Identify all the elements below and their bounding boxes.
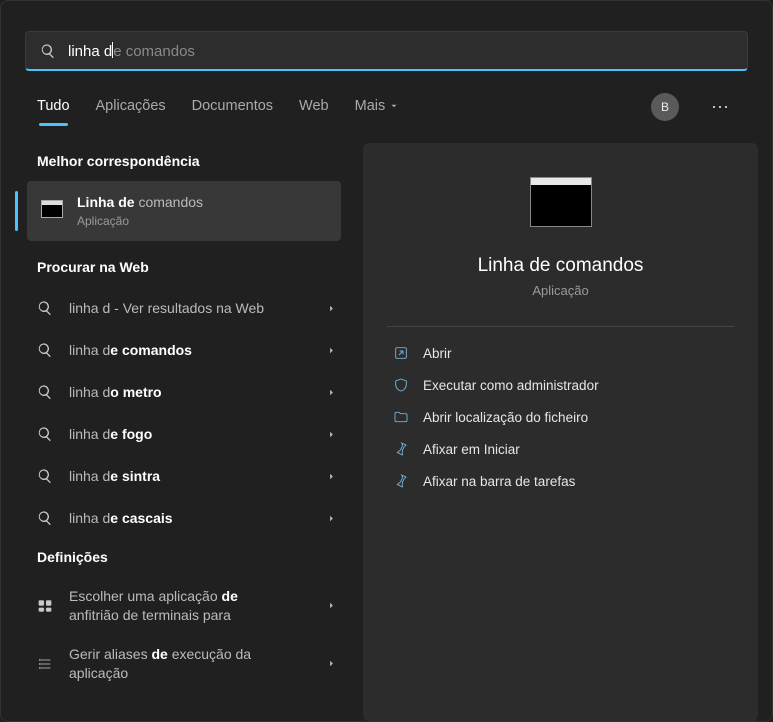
preview-subtitle: Aplicação bbox=[387, 283, 734, 298]
chevron-right-icon bbox=[326, 471, 337, 482]
action-pin-taskbar[interactable]: Afixar na barra de tarefas bbox=[387, 465, 734, 497]
web-result-2[interactable]: linha do metro bbox=[15, 371, 351, 413]
list-settings-icon bbox=[37, 656, 53, 672]
chevron-down-icon bbox=[389, 101, 399, 111]
web-result-5[interactable]: linha de cascais bbox=[15, 497, 351, 539]
chevron-right-icon bbox=[326, 513, 337, 524]
action-run-admin[interactable]: Executar como administrador bbox=[387, 369, 734, 401]
action-open-location[interactable]: Abrir localização do ficheiro bbox=[387, 401, 734, 433]
result-best-match[interactable]: Linha de comandos Aplicação bbox=[27, 181, 341, 241]
action-label: Afixar em Iniciar bbox=[423, 442, 520, 457]
search-icon bbox=[37, 468, 53, 484]
folder-icon bbox=[393, 409, 409, 425]
section-settings: Definições bbox=[15, 539, 351, 577]
preview-app-icon bbox=[530, 177, 592, 227]
result-text: Gerir aliases de execução daaplicação bbox=[69, 645, 326, 683]
user-avatar[interactable]: B bbox=[651, 93, 679, 121]
result-text: linha de fogo bbox=[69, 425, 326, 444]
divider bbox=[387, 326, 734, 327]
more-options-button[interactable]: ⋯ bbox=[705, 97, 736, 118]
action-pin-start[interactable]: Afixar em Iniciar bbox=[387, 433, 734, 465]
tab-more[interactable]: Mais bbox=[355, 98, 400, 126]
search-icon bbox=[37, 384, 53, 400]
search-input[interactable]: linha de comandos bbox=[68, 42, 733, 60]
web-result-1[interactable]: linha de comandos bbox=[15, 329, 351, 371]
search-bar[interactable]: linha de comandos bbox=[25, 31, 748, 71]
filter-tabs: Tudo Aplicações Documentos Web Mais B ⋯ bbox=[1, 71, 772, 131]
chevron-right-icon bbox=[326, 303, 337, 314]
chevron-right-icon bbox=[326, 345, 337, 356]
chevron-right-icon bbox=[326, 600, 337, 611]
search-icon bbox=[37, 510, 53, 526]
chevron-right-icon bbox=[326, 429, 337, 440]
pin-icon bbox=[393, 441, 409, 457]
tab-more-label: Mais bbox=[355, 98, 386, 114]
result-text: linha de comandos bbox=[69, 341, 326, 360]
cmd-icon bbox=[41, 200, 63, 222]
tab-web[interactable]: Web bbox=[299, 98, 329, 126]
tab-all[interactable]: Tudo bbox=[37, 98, 70, 126]
open-icon bbox=[393, 345, 409, 361]
tab-apps[interactable]: Aplicações bbox=[96, 98, 166, 126]
action-label: Abrir localização do ficheiro bbox=[423, 410, 588, 425]
action-open[interactable]: Abrir bbox=[387, 337, 734, 369]
result-text: linha do metro bbox=[69, 383, 326, 402]
settings-result-0[interactable]: Escolher uma aplicação deanfitrião de te… bbox=[15, 577, 351, 635]
tab-documents[interactable]: Documentos bbox=[192, 98, 273, 126]
result-text: linha de cascais bbox=[69, 509, 326, 528]
search-icon bbox=[37, 300, 53, 316]
terminal-settings-icon bbox=[37, 598, 53, 614]
preview-pane: Linha de comandos Aplicação Abrir Execut… bbox=[363, 143, 758, 721]
web-result-0[interactable]: linha d - Ver resultados na Web bbox=[15, 287, 351, 329]
web-result-4[interactable]: linha de sintra bbox=[15, 455, 351, 497]
shield-icon bbox=[393, 377, 409, 393]
result-title: Linha de comandos bbox=[77, 193, 327, 212]
search-ghost-text: e comandos bbox=[113, 43, 195, 60]
search-typed-text: linha d bbox=[68, 43, 112, 60]
result-text: linha de sintra bbox=[69, 467, 326, 486]
preview-title: Linha de comandos bbox=[387, 255, 734, 277]
action-label: Executar como administrador bbox=[423, 378, 599, 393]
settings-result-1[interactable]: Gerir aliases de execução daaplicação bbox=[15, 635, 351, 693]
chevron-right-icon bbox=[326, 658, 337, 669]
result-subtitle: Aplicação bbox=[77, 213, 327, 229]
pin-icon bbox=[393, 473, 409, 489]
action-label: Abrir bbox=[423, 346, 452, 361]
chevron-right-icon bbox=[326, 387, 337, 398]
result-text: linha d - Ver resultados na Web bbox=[69, 299, 326, 318]
section-web-search: Procurar na Web bbox=[15, 249, 351, 287]
section-best-match: Melhor correspondência bbox=[15, 143, 351, 181]
search-icon bbox=[40, 43, 56, 59]
action-label: Afixar na barra de tarefas bbox=[423, 474, 575, 489]
web-result-3[interactable]: linha de fogo bbox=[15, 413, 351, 455]
results-list: Melhor correspondência Linha de comandos… bbox=[15, 143, 351, 721]
result-text: Escolher uma aplicação deanfitrião de te… bbox=[69, 587, 326, 625]
search-icon bbox=[37, 426, 53, 442]
search-icon bbox=[37, 342, 53, 358]
